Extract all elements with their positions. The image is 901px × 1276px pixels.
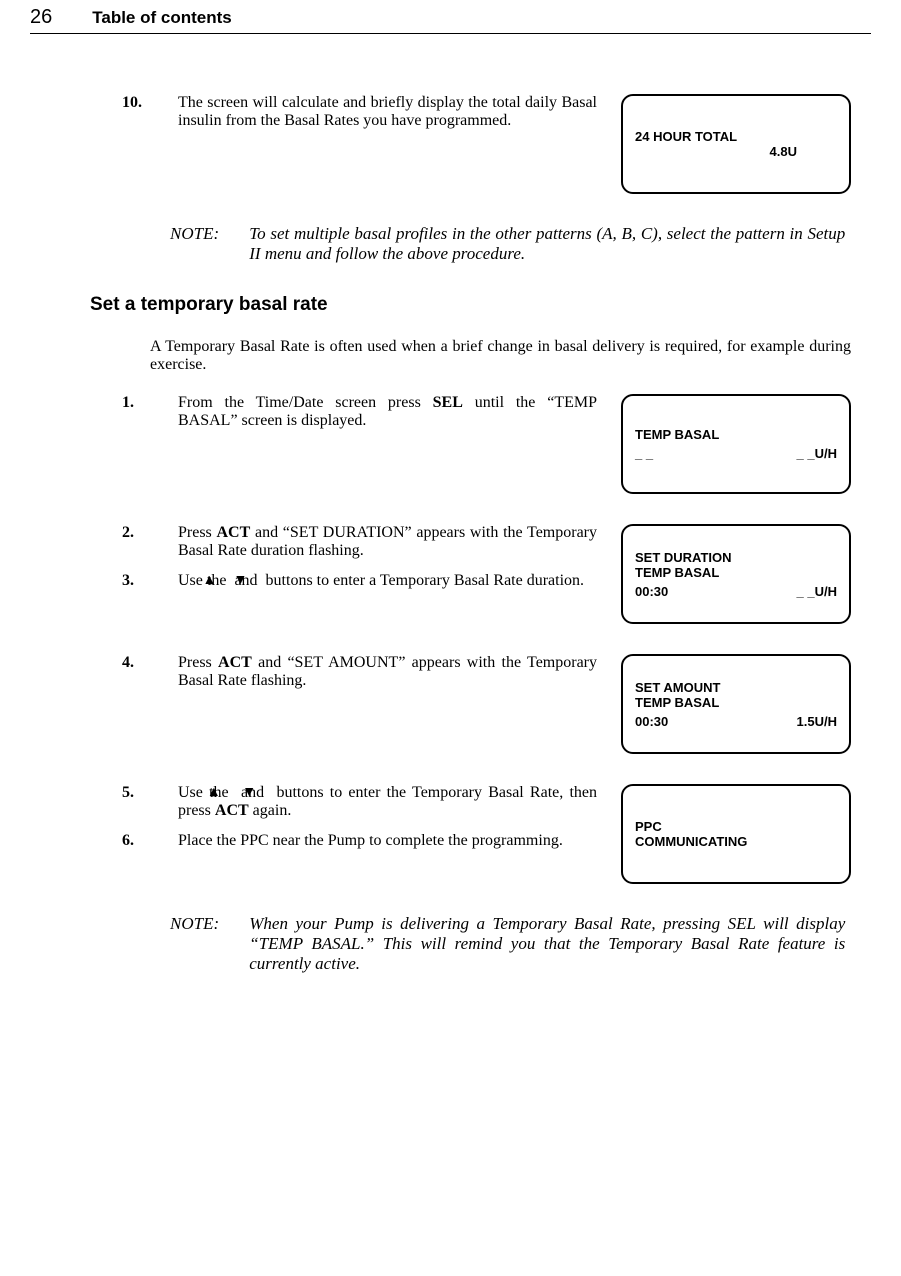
screen-line: 24 HOUR TOTAL	[635, 129, 837, 144]
screen-right: _ _U/H	[797, 584, 837, 599]
page-header: 26 Table of contents	[30, 0, 871, 34]
step-4-before: Press	[178, 654, 218, 671]
page-body: 10.The screen will calculate and briefly…	[150, 94, 851, 974]
screen-line: TEMP BASAL	[635, 695, 837, 710]
note-2: NOTE: When your Pump is delivering a Tem…	[170, 914, 851, 974]
step-5-bold: ACT	[215, 802, 249, 819]
step-10-body: The screen will calculate and briefly di…	[178, 94, 597, 129]
page: 26 Table of contents 10.The screen will …	[0, 0, 901, 1044]
screen-value: 4.8U	[635, 144, 837, 159]
screen-set-duration: SET DURATION TEMP BASAL 00:30 _ _U/H	[621, 524, 851, 624]
section-heading: Set a temporary basal rate	[90, 294, 851, 316]
note-1-label: NOTE:	[170, 224, 245, 244]
screen-left: 00:30	[635, 714, 668, 729]
step-3-number: 3.	[150, 572, 178, 590]
step-6-number: 6.	[150, 832, 178, 850]
screen-left: _ _	[635, 446, 653, 461]
step-5-after2: again.	[249, 802, 292, 819]
note-1-text: To set multiple basal profiles in the ot…	[249, 224, 845, 264]
step-10-number: 10.	[150, 94, 178, 112]
screen-temp-basal: TEMP BASAL _ _ _ _U/H	[621, 394, 851, 494]
step-2-3-row: 2.Press ACT and “SET DURATION” appears w…	[150, 524, 851, 624]
note-2-label: NOTE:	[170, 914, 245, 934]
screen-line: SET AMOUNT	[635, 680, 837, 695]
screen-line: TEMP BASAL	[635, 427, 837, 442]
step-4-number: 4.	[150, 654, 178, 672]
screen-line: SET DURATION	[635, 550, 837, 565]
step-2-before: Press	[178, 524, 217, 541]
screen-ppc-communicating: PPC COMMUNICATING	[621, 784, 851, 884]
step-4-text: 4.Press ACT and “SET AMOUNT” appears wit…	[150, 654, 621, 690]
step-4-bold: ACT	[218, 654, 252, 671]
step-10-text: 10.The screen will calculate and briefly…	[150, 94, 621, 130]
page-number: 26	[30, 6, 52, 29]
step-5-6-row: 5.Use the ▲ and ▼ buttons to enter the T…	[150, 784, 851, 884]
section-intro: A Temporary Basal Rate is often used whe…	[150, 338, 851, 374]
screen-right: _ _U/H	[797, 446, 837, 461]
step-1-before: From the Time/Date screen press	[178, 394, 433, 411]
step-4-row: 4.Press ACT and “SET AMOUNT” appears wit…	[150, 654, 851, 754]
step-2-number: 2.	[150, 524, 178, 542]
step-10-row: 10.The screen will calculate and briefly…	[150, 94, 851, 194]
step-1-bold: SEL	[433, 394, 463, 411]
step-2-bold: ACT	[217, 524, 251, 541]
screen-left: 00:30	[635, 584, 668, 599]
screen-line: PPC	[635, 819, 837, 834]
screen-line: COMMUNICATING	[635, 834, 837, 849]
step-1-row: 1.From the Time/Date screen press SEL un…	[150, 394, 851, 494]
step-6-text: Place the PPC near the Pump to complete …	[178, 832, 563, 849]
screen-24-hour-total: 24 HOUR TOTAL 4.8U	[621, 94, 851, 194]
header-title: Table of contents	[92, 8, 231, 28]
screen-set-amount: SET AMOUNT TEMP BASAL 00:30 1.5U/H	[621, 654, 851, 754]
step-1-number: 1.	[150, 394, 178, 412]
screen-right: 1.5U/H	[797, 714, 837, 729]
step-5-6-text: 5.Use the ▲ and ▼ buttons to enter the T…	[150, 784, 621, 850]
note-2-text: When your Pump is delivering a Temporary…	[249, 914, 845, 974]
step-5-number: 5.	[150, 784, 178, 802]
note-1: NOTE: To set multiple basal profiles in …	[170, 224, 851, 264]
screen-line: TEMP BASAL	[635, 565, 837, 580]
step-3-after: buttons to enter a Temporary Basal Rate …	[262, 572, 585, 589]
step-1-text: 1.From the Time/Date screen press SEL un…	[150, 394, 621, 430]
step-2-3-text: 2.Press ACT and “SET DURATION” appears w…	[150, 524, 621, 590]
